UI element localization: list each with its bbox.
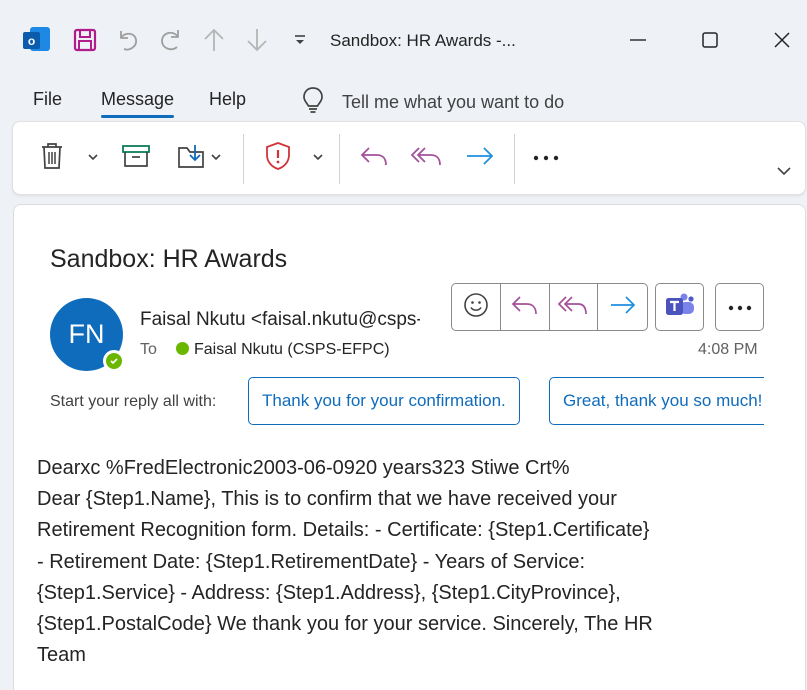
chevron-down-icon — [312, 149, 324, 167]
move-button[interactable] — [173, 138, 225, 178]
pane-forward-button[interactable] — [598, 284, 647, 330]
message-body: Dearxc %FredElectronic2003-06-0920 years… — [37, 453, 777, 671]
suggested-reply-button[interactable]: Thank you for your confirmation. — [248, 377, 520, 425]
tab-help[interactable]: Help — [209, 89, 246, 110]
react-button[interactable] — [452, 284, 501, 330]
chevron-down-icon — [210, 149, 222, 167]
sender-initials: FN — [68, 319, 105, 349]
tab-file[interactable]: File — [33, 89, 62, 110]
undo-icon[interactable] — [114, 26, 142, 54]
body-line: Dear {Step1.Name}, This is to confirm th… — [37, 488, 617, 511]
report-dropdown[interactable] — [308, 138, 328, 178]
close-button[interactable] — [767, 26, 797, 54]
reply-button[interactable] — [357, 138, 391, 178]
message-time: 4:08 PM — [698, 341, 758, 358]
customize-toolbar-icon[interactable] — [286, 26, 314, 54]
recipient-presence-icon — [176, 342, 189, 355]
trash-icon — [39, 141, 65, 176]
shield-alert-icon — [264, 141, 292, 176]
minimize-button[interactable] — [623, 26, 653, 54]
body-line: Retirement Recognition form. Details: - … — [37, 519, 650, 542]
forward-icon — [609, 294, 637, 321]
more-actions-button[interactable] — [715, 283, 764, 331]
forward-button[interactable] — [463, 138, 497, 178]
arrow-up-icon[interactable] — [200, 26, 228, 54]
chevron-down-icon — [776, 164, 792, 182]
report-button[interactable] — [261, 138, 295, 178]
maximize-button[interactable] — [695, 26, 725, 54]
sender-name[interactable]: Faisal Nkutu <faisal.nkutu@csps-efpc.gc.… — [140, 309, 420, 331]
expand-ribbon-button[interactable] — [773, 158, 795, 188]
outlook-app-icon: o — [22, 26, 50, 54]
tell-me-search[interactable]: Tell me what you want to do — [300, 86, 564, 119]
suggested-replies: Thank you for your confirmation. Great, … — [248, 377, 764, 427]
message-actions-group — [451, 283, 648, 331]
teams-icon — [665, 291, 695, 324]
window-title: Sandbox: HR Awards -... — [330, 31, 516, 50]
archive-icon — [121, 143, 151, 174]
more-commands-button[interactable] — [529, 138, 563, 178]
message-subject: Sandbox: HR Awards — [50, 245, 288, 273]
suggested-reply-button[interactable]: Great, thank you so much! — [549, 377, 764, 425]
to-label: To — [140, 341, 157, 358]
arrow-down-icon[interactable] — [243, 26, 271, 54]
body-line: {Step1.PostalCode} We thank you for your… — [37, 613, 653, 636]
reply-icon — [511, 294, 539, 321]
reply-icon — [359, 144, 389, 173]
tab-message[interactable]: Message — [101, 89, 175, 118]
body-line: Team — [37, 644, 86, 667]
more-dots-icon — [728, 298, 752, 316]
pane-reply-all-button[interactable] — [550, 284, 599, 330]
reply-all-icon — [410, 144, 442, 173]
chevron-down-icon — [87, 149, 99, 167]
delete-button[interactable] — [35, 138, 69, 178]
pane-reply-button[interactable] — [501, 284, 550, 330]
reply-all-button[interactable] — [409, 138, 443, 178]
redo-icon[interactable] — [157, 26, 185, 54]
reply-all-icon — [558, 294, 588, 321]
archive-button[interactable] — [119, 138, 153, 178]
ribbon-divider — [514, 134, 515, 184]
move-to-folder-icon — [177, 142, 207, 175]
reading-pane: Sandbox: HR Awards FN Faisal Nkutu <fais… — [13, 204, 806, 690]
body-line: - Retirement Date: {Step1.RetirementDate… — [37, 550, 586, 573]
forward-icon — [465, 144, 495, 173]
save-icon[interactable] — [71, 26, 99, 54]
ribbon-divider — [339, 134, 340, 184]
recipient-name[interactable]: Faisal Nkutu (CSPS-EFPC) — [194, 341, 390, 359]
ribbon-divider — [243, 134, 244, 184]
body-line: Dearxc %FredElectronic2003-06-0920 years… — [37, 457, 570, 479]
title-bar: o Sandbox: HR Awards -... — [0, 0, 807, 82]
more-dots-icon — [532, 149, 560, 167]
smiley-icon — [463, 292, 489, 323]
delete-dropdown[interactable] — [83, 138, 103, 178]
lightbulb-icon — [300, 86, 326, 119]
teams-chat-button[interactable] — [655, 283, 704, 331]
ribbon-toolbar — [12, 121, 806, 195]
presence-available-icon — [103, 350, 125, 372]
body-line: {Step1.Service} - Address: {Step1.Addres… — [37, 581, 621, 604]
tell-me-text: Tell me what you want to do — [342, 92, 565, 112]
suggested-reply-prompt: Start your reply all with: — [50, 393, 217, 410]
